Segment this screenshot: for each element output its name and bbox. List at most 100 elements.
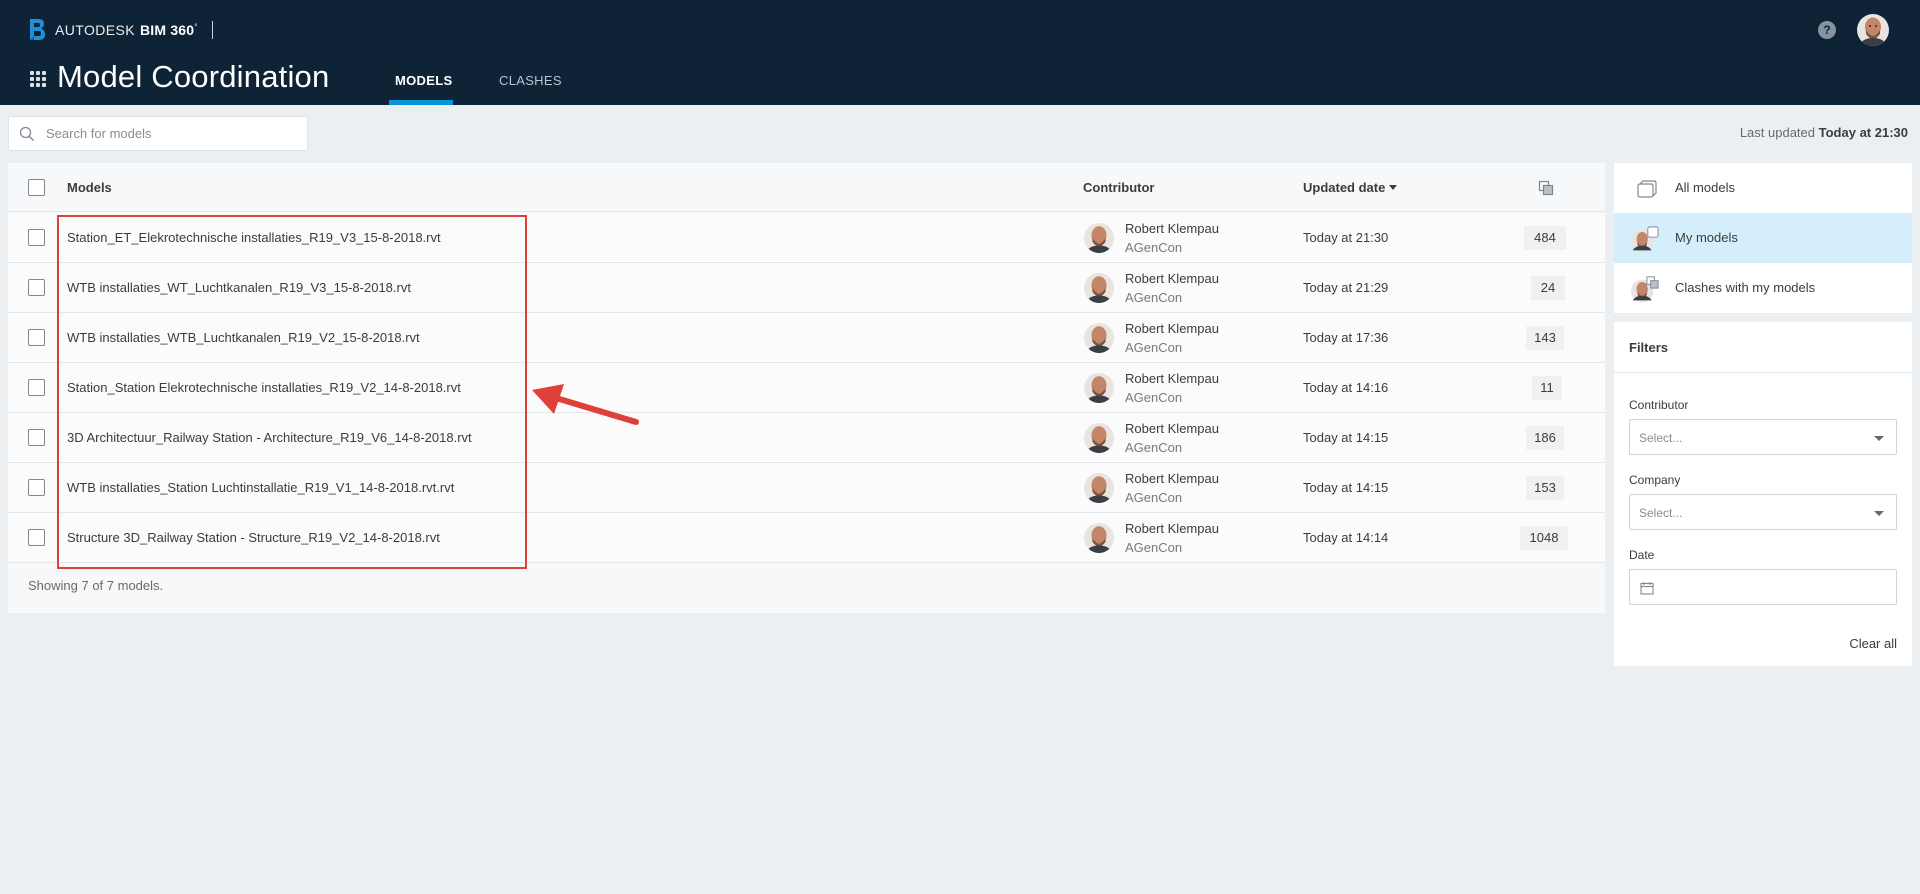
clash-count-badge[interactable]: 143 bbox=[1526, 326, 1564, 350]
column-header-updated-date[interactable]: Updated date bbox=[1303, 180, 1398, 195]
contributor-company: AGenCon bbox=[1125, 240, 1183, 255]
table-row[interactable]: Station_ET_Elekrotechnische installaties… bbox=[8, 213, 1605, 263]
clashes-with-my-models-icon bbox=[1630, 276, 1659, 303]
contributor-company: AGenCon bbox=[1125, 490, 1183, 505]
model-name[interactable]: WTB installaties_WT_Luchtkanalen_R19_V3_… bbox=[67, 280, 411, 295]
help-icon[interactable]: ? bbox=[1818, 21, 1836, 39]
updated-date: Today at 14:16 bbox=[1303, 380, 1389, 395]
view-label: All models bbox=[1675, 180, 1735, 195]
updated-date: Today at 14:14 bbox=[1303, 530, 1389, 545]
model-name[interactable]: WTB installaties_Station Luchtinstallati… bbox=[67, 480, 454, 495]
company-filter-label: Company bbox=[1629, 473, 1681, 487]
user-avatar[interactable] bbox=[1857, 14, 1889, 46]
contributor-name: Robert Klempau bbox=[1125, 221, 1219, 236]
view-all-models[interactable]: All models bbox=[1614, 163, 1912, 213]
table-row[interactable]: Station_Station Elekrotechnische install… bbox=[8, 363, 1605, 413]
chevron-down-icon bbox=[1874, 511, 1884, 516]
contributor-name: Robert Klempau bbox=[1125, 421, 1219, 436]
clash-count-badge[interactable]: 484 bbox=[1524, 226, 1566, 250]
table-row[interactable]: WTB installaties_Station Luchtinstallati… bbox=[8, 463, 1605, 513]
contributor-avatar bbox=[1084, 223, 1114, 253]
table-header: Models Contributor Updated date bbox=[8, 163, 1605, 212]
brand-text: AUTODESK BIM 360° bbox=[55, 22, 198, 38]
clash-count-badge[interactable]: 186 bbox=[1526, 426, 1564, 450]
row-checkbox[interactable] bbox=[28, 279, 45, 296]
row-checkbox[interactable] bbox=[28, 529, 45, 546]
row-checkbox[interactable] bbox=[28, 329, 45, 346]
chevron-down-icon bbox=[1874, 436, 1884, 441]
contributor-name: Robert Klempau bbox=[1125, 271, 1219, 286]
row-checkbox[interactable] bbox=[28, 379, 45, 396]
company-select[interactable]: Select... bbox=[1629, 494, 1897, 530]
contributor-filter-label: Contributor bbox=[1629, 398, 1689, 412]
model-name[interactable]: Station_ET_Elekrotechnische installaties… bbox=[67, 230, 441, 245]
app-grid-icon[interactable] bbox=[30, 71, 46, 87]
search-box bbox=[8, 116, 308, 151]
table-row[interactable]: Structure 3D_Railway Station - Structure… bbox=[8, 513, 1605, 563]
bim360-logo-icon bbox=[30, 19, 45, 40]
contributor-company: AGenCon bbox=[1125, 540, 1183, 555]
filters-divider bbox=[1614, 372, 1912, 373]
row-checkbox[interactable] bbox=[28, 479, 45, 496]
contributor-avatar bbox=[1084, 423, 1114, 453]
contributor-avatar bbox=[1084, 373, 1114, 403]
active-tab-indicator bbox=[389, 100, 453, 105]
search-input[interactable] bbox=[46, 117, 301, 150]
annotation-arrow-icon bbox=[532, 384, 639, 425]
filters-panel: Filters Contributor Select... Company Se… bbox=[1614, 322, 1912, 666]
row-checkbox[interactable] bbox=[28, 229, 45, 246]
contributor-name: Robert Klempau bbox=[1125, 521, 1219, 536]
model-name[interactable]: Structure 3D_Railway Station - Structure… bbox=[67, 530, 440, 545]
updated-date: Today at 14:15 bbox=[1303, 480, 1389, 495]
models-table: Models Contributor Updated date Station_… bbox=[8, 163, 1605, 613]
clash-count-badge[interactable]: 11 bbox=[1532, 376, 1562, 400]
clash-count-badge[interactable]: 1048 bbox=[1520, 526, 1568, 550]
model-views-panel: All models My models Clashes with my mod… bbox=[1614, 163, 1912, 313]
model-name[interactable]: WTB installaties_WTB_Luchtkanalen_R19_V2… bbox=[67, 330, 420, 345]
table-row[interactable]: WTB installaties_WTB_Luchtkanalen_R19_V2… bbox=[8, 313, 1605, 363]
updated-date: Today at 17:36 bbox=[1303, 330, 1389, 345]
view-my-models[interactable]: My models bbox=[1614, 213, 1912, 263]
my-models-icon bbox=[1630, 226, 1659, 253]
row-checkbox[interactable] bbox=[28, 429, 45, 446]
search-icon bbox=[19, 126, 34, 141]
contributor-company: AGenCon bbox=[1125, 390, 1183, 405]
clash-count-badge[interactable]: 153 bbox=[1526, 476, 1564, 500]
date-filter-label: Date bbox=[1629, 548, 1655, 562]
column-header-contributor[interactable]: Contributor bbox=[1083, 180, 1154, 195]
updated-date: Today at 21:29 bbox=[1303, 280, 1389, 295]
clash-count-badge[interactable]: 24 bbox=[1531, 276, 1565, 300]
all-models-icon bbox=[1637, 180, 1657, 198]
contributor-company: AGenCon bbox=[1125, 440, 1183, 455]
tab-clashes[interactable]: CLASHES bbox=[499, 72, 562, 90]
date-picker-input[interactable] bbox=[1629, 569, 1897, 605]
contributor-name: Robert Klempau bbox=[1125, 471, 1219, 486]
showing-count: Showing 7 of 7 models. bbox=[28, 578, 164, 593]
column-header-models[interactable]: Models bbox=[67, 180, 112, 195]
contributor-avatar bbox=[1084, 473, 1114, 503]
clear-all-button[interactable]: Clear all bbox=[1849, 636, 1897, 651]
contributor-avatar bbox=[1084, 323, 1114, 353]
calendar-icon bbox=[1640, 582, 1654, 595]
contributor-name: Robert Klempau bbox=[1125, 371, 1219, 386]
table-row[interactable]: WTB installaties_WT_Luchtkanalen_R19_V3_… bbox=[8, 263, 1605, 313]
last-updated: Last updated Today at 21:30 bbox=[1739, 125, 1908, 140]
contributor-company: AGenCon bbox=[1125, 290, 1183, 305]
view-label: Clashes with my models bbox=[1675, 280, 1816, 295]
contributor-avatar bbox=[1084, 523, 1114, 553]
view-clashes-with-my-models[interactable]: Clashes with my models bbox=[1614, 263, 1912, 313]
contributor-name: Robert Klempau bbox=[1125, 321, 1219, 336]
clashes-column-icon[interactable] bbox=[1538, 180, 1554, 196]
sort-desc-icon bbox=[1389, 185, 1398, 190]
contributor-avatar bbox=[1084, 273, 1114, 303]
brand[interactable]: AUTODESK BIM 360° bbox=[28, 18, 213, 42]
model-name[interactable]: Station_Station Elekrotechnische install… bbox=[67, 380, 461, 395]
tab-models[interactable]: MODELS bbox=[395, 72, 452, 90]
select-all-checkbox[interactable] bbox=[28, 179, 45, 196]
model-name[interactable]: 3D Architectuur_Railway Station - Archit… bbox=[67, 430, 472, 445]
updated-date: Today at 14:15 bbox=[1303, 430, 1389, 445]
table-row[interactable]: 3D Architectuur_Railway Station - Archit… bbox=[8, 413, 1605, 463]
filters-title: Filters bbox=[1629, 340, 1669, 355]
app-header: AUTODESK BIM 360° ? Model Coordination MO… bbox=[0, 0, 1920, 105]
contributor-select[interactable]: Select... bbox=[1629, 419, 1897, 455]
